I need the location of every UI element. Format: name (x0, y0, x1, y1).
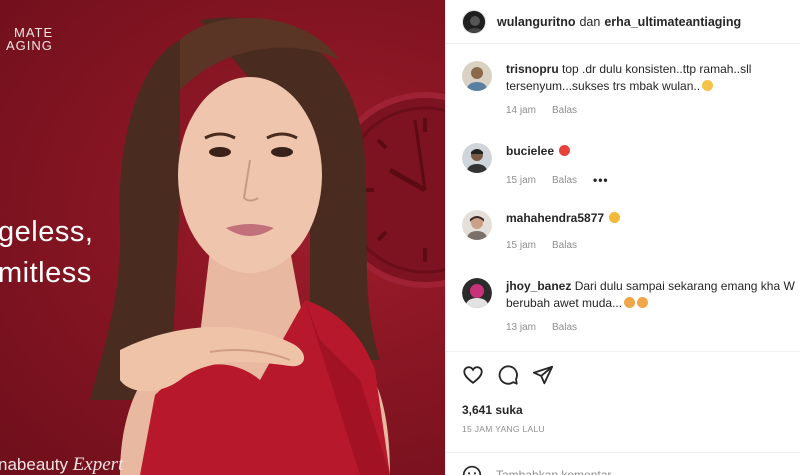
model-portrait (90, 17, 390, 475)
avatar[interactable] (462, 278, 492, 308)
brand-logo: MATE AGING (6, 25, 54, 53)
author-username[interactable]: wulanguritno (497, 15, 575, 29)
post-actions (462, 364, 567, 386)
collab-joiner: dan (579, 14, 601, 29)
reply-button[interactable]: Balas (552, 240, 577, 251)
comment-item: trisnopru top .dr dulu konsisten..ttp ra… (462, 61, 800, 116)
comment-text: jhoy_banez Dari dulu sampai sekarang ema… (506, 279, 795, 310)
reply-button[interactable]: Balas (552, 322, 577, 333)
comment-time: 15 jam (506, 240, 537, 251)
share-icon[interactable] (532, 364, 554, 386)
comment-meta: 15 jam Balas ••• (506, 173, 625, 187)
comment-item: bucielee 15 jam Balas ••• (462, 143, 800, 187)
comment-time: 15 jam (506, 174, 537, 186)
comment-meta: 15 jam Balas (506, 240, 620, 251)
divider (446, 351, 800, 352)
post-timestamp: 15 JAM YANG LALU (462, 424, 545, 434)
like-count[interactable]: 3,641 suka (462, 403, 523, 417)
comment-input[interactable] (496, 467, 746, 475)
heart-icon[interactable] (462, 364, 484, 386)
comment-username[interactable]: bucielee (506, 144, 554, 158)
avatar[interactable] (462, 61, 492, 91)
comment-item: jhoy_banez Dari dulu sampai sekarang ema… (462, 278, 800, 333)
comment-text: bucielee (506, 143, 625, 160)
avatar[interactable] (462, 210, 492, 240)
add-comment-bar (446, 452, 800, 475)
comment-text: trisnopru top .dr dulu konsisten..ttp ra… (506, 62, 752, 93)
post-image[interactable]: MATE AGING geless, mitless nabeauty Expe… (0, 0, 445, 475)
comment-item: mahahendra5877 15 jam Balas (462, 210, 800, 251)
heart-eyes-emoji-icon (609, 212, 621, 223)
comment-meta: 14 jam Balas (506, 105, 751, 116)
comment-meta: 13 jam Balas (506, 322, 795, 333)
smiling-hearts-emoji-icon (624, 297, 636, 308)
footer-brand: nabeauty Expert (0, 454, 124, 475)
avatar[interactable] (462, 143, 492, 173)
more-options-icon[interactable]: ••• (593, 173, 609, 187)
emoji-icon[interactable] (462, 465, 482, 475)
collaborator-username[interactable]: erha_ultimateantiaging (604, 15, 741, 29)
reply-button[interactable]: Balas (552, 175, 577, 186)
comment-text: mahahendra5877 (506, 210, 621, 227)
avatar[interactable] (462, 9, 486, 34)
comment-username[interactable]: jhoy_banez (506, 279, 571, 293)
smiling-hearts-emoji-icon (637, 297, 649, 308)
ok-hand-emoji-icon (702, 80, 714, 91)
collision-emoji-icon (559, 145, 571, 156)
post-header: wulanguritno dan erha_ultimateantiaging (446, 0, 800, 44)
post-side-panel: wulanguritno dan erha_ultimateantiaging … (445, 0, 800, 475)
comment-username[interactable]: trisnopru (506, 62, 559, 76)
comment-time: 13 jam (506, 322, 537, 333)
comment-time: 14 jam (506, 105, 537, 116)
comment-username[interactable]: mahahendra5877 (506, 211, 604, 225)
comment-icon[interactable] (497, 364, 519, 386)
reply-button[interactable]: Balas (552, 105, 577, 116)
tagline: geless, mitless (0, 216, 94, 289)
